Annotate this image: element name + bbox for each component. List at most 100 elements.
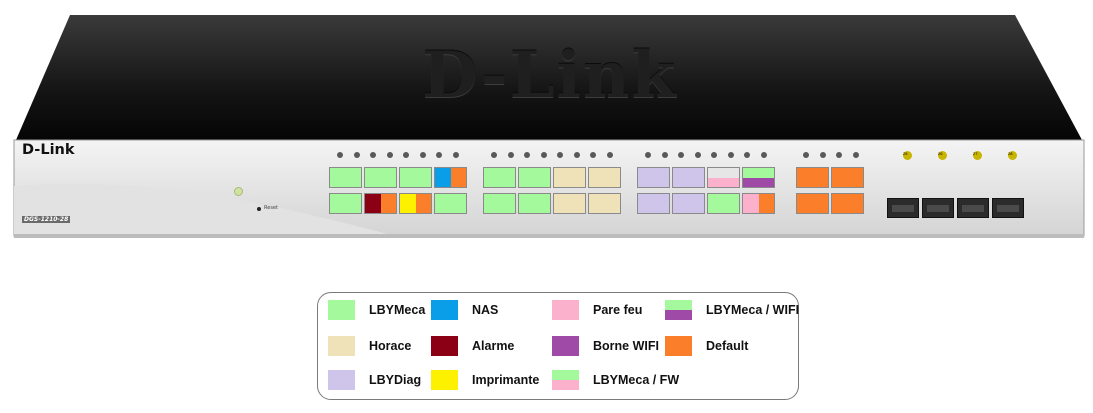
port-led xyxy=(711,152,717,158)
port-g1-top-4[interactable] xyxy=(434,167,467,188)
reset-label: Reset xyxy=(264,205,278,211)
legend-label: LBYDiag xyxy=(369,373,422,387)
port-led-row-3 xyxy=(645,152,777,158)
legend-item: NAS xyxy=(431,300,498,320)
port-group-3 xyxy=(637,167,775,214)
port-g2-bottom-1[interactable] xyxy=(483,193,516,214)
legend-item: Alarme xyxy=(431,336,514,356)
port-led xyxy=(370,152,376,158)
port-color-legend: LBYMeca NAS Pare feu LBYMeca / WIFI Horace Al… xyxy=(317,292,799,400)
legend-label: Borne WIFI xyxy=(593,339,659,353)
sfp-port-28[interactable] xyxy=(992,198,1024,218)
port-g3-top-2[interactable] xyxy=(672,167,705,188)
model-label: DGS-1210-28 xyxy=(22,216,71,223)
legend-item: Pare feu xyxy=(552,300,642,320)
legend-swatch xyxy=(431,300,458,320)
port-led xyxy=(694,152,701,158)
legend-label: LBYMeca / WIFI xyxy=(706,303,800,317)
port-g1-top-3[interactable] xyxy=(399,167,432,188)
sfp-port-26[interactable] xyxy=(922,198,954,218)
port-led xyxy=(836,152,842,158)
port-led xyxy=(645,152,651,158)
port-led xyxy=(353,152,360,158)
sfp-led-26: 26 xyxy=(938,151,947,160)
port-led xyxy=(337,152,343,158)
port-led xyxy=(803,152,809,158)
port-g2-top-2[interactable] xyxy=(518,167,551,188)
sfp-led-27: 27 xyxy=(973,151,982,160)
reset-button[interactable] xyxy=(257,207,261,211)
port-g2-bottom-2[interactable] xyxy=(518,193,551,214)
port-led xyxy=(590,152,596,158)
port-led xyxy=(452,152,459,158)
legend-label: Horace xyxy=(369,339,412,353)
sfp-port-27[interactable] xyxy=(957,198,989,218)
port-g3-bottom-2[interactable] xyxy=(672,193,705,214)
legend-item: Imprimante xyxy=(431,370,539,390)
port-g2-bottom-4[interactable] xyxy=(588,193,621,214)
port-g3-bottom-3[interactable] xyxy=(707,193,740,214)
legend-swatch xyxy=(552,300,579,320)
legend-item: LBYDiag xyxy=(328,370,421,390)
port-group-4 xyxy=(796,167,864,214)
brand-logo: D-Link xyxy=(22,142,75,158)
legend-swatch xyxy=(552,370,579,390)
port-led-row-1 xyxy=(337,152,469,158)
port-led xyxy=(573,152,580,158)
sfp-led-28: 28 xyxy=(1008,151,1017,160)
port-g1-bottom-4[interactable] xyxy=(434,193,467,214)
port-led xyxy=(419,152,426,158)
port-g3-bottom-4[interactable] xyxy=(742,193,775,214)
port-g2-top-1[interactable] xyxy=(483,167,516,188)
brand-watermark: D-Link xyxy=(422,38,678,113)
port-g4-top-1[interactable] xyxy=(796,167,829,188)
port-led xyxy=(744,152,750,158)
port-g1-bottom-1[interactable] xyxy=(329,193,362,214)
port-led xyxy=(540,152,547,158)
sfp-led-25: 25 xyxy=(903,151,912,160)
legend-label: LBYMeca xyxy=(369,303,426,317)
legend-label: Imprimante xyxy=(472,373,540,387)
legend-swatch xyxy=(665,336,692,356)
legend-label: LBYMeca / FW xyxy=(593,373,680,387)
legend-swatch xyxy=(552,336,579,356)
port-led xyxy=(557,152,563,158)
port-g4-bottom-2[interactable] xyxy=(831,193,864,214)
port-g3-bottom-1[interactable] xyxy=(637,193,670,214)
port-led xyxy=(661,152,668,158)
port-g3-top-1[interactable] xyxy=(637,167,670,188)
port-g3-top-4[interactable] xyxy=(742,167,775,188)
legend-item: LBYMeca / WIFI xyxy=(665,300,799,320)
sfp-port-25[interactable] xyxy=(887,198,919,218)
legend-label: Pare feu xyxy=(593,303,643,317)
port-led xyxy=(403,152,409,158)
port-g1-top-1[interactable] xyxy=(329,167,362,188)
port-led xyxy=(436,152,442,158)
port-led xyxy=(507,152,514,158)
port-g4-top-2[interactable] xyxy=(831,167,864,188)
port-g1-bottom-2[interactable] xyxy=(364,193,397,214)
port-g2-bottom-3[interactable] xyxy=(553,193,586,214)
port-led xyxy=(386,152,393,158)
legend-swatch xyxy=(328,336,355,356)
port-led-row-4 xyxy=(803,152,869,158)
port-g2-top-4[interactable] xyxy=(588,167,621,188)
port-group-1 xyxy=(329,167,467,214)
port-g2-top-3[interactable] xyxy=(553,167,586,188)
port-g1-top-2[interactable] xyxy=(364,167,397,188)
network-switch: D-Link D-Link DGS-1210-28 Reset 25 26 27… xyxy=(0,0,1093,260)
port-led xyxy=(760,152,767,158)
legend-item: LBYMeca / FW xyxy=(552,370,679,390)
legend-swatch xyxy=(328,300,355,320)
port-g4-bottom-1[interactable] xyxy=(796,193,829,214)
port-led xyxy=(491,152,497,158)
power-led xyxy=(234,187,243,196)
port-g3-top-3[interactable] xyxy=(707,167,740,188)
port-group-2 xyxy=(483,167,621,214)
port-led xyxy=(852,152,859,158)
legend-label: Default xyxy=(706,339,749,353)
legend-item: Default xyxy=(665,336,748,356)
legend-swatch xyxy=(431,370,458,390)
port-g1-bottom-3[interactable] xyxy=(399,193,432,214)
legend-swatch xyxy=(665,300,692,320)
